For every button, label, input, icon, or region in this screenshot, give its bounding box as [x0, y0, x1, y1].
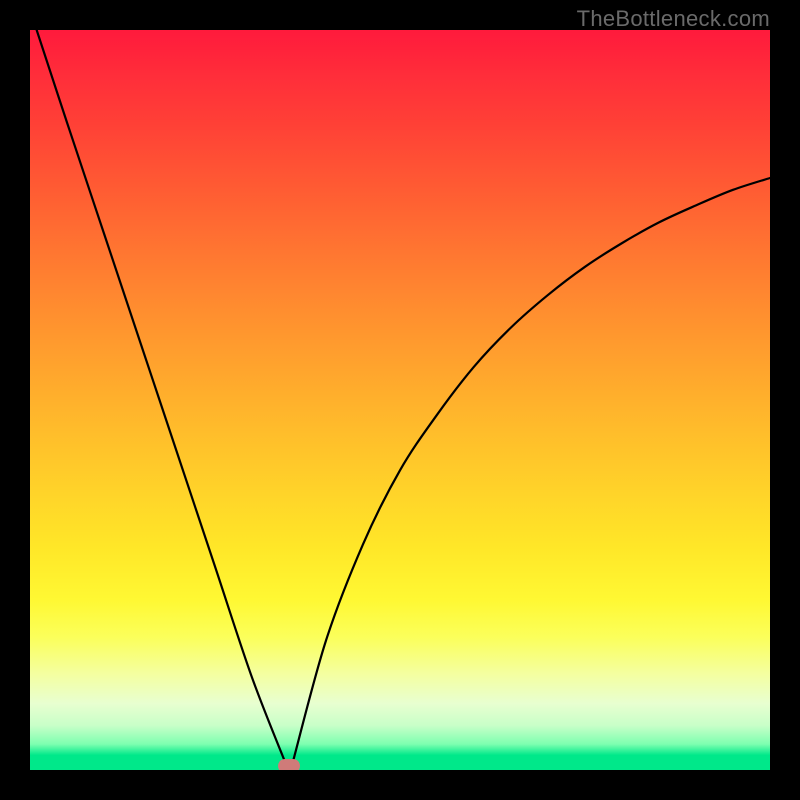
- bottleneck-curve: [30, 30, 770, 770]
- optimum-marker: [278, 759, 300, 770]
- plot-area: [30, 30, 770, 770]
- watermark-text: TheBottleneck.com: [577, 6, 770, 32]
